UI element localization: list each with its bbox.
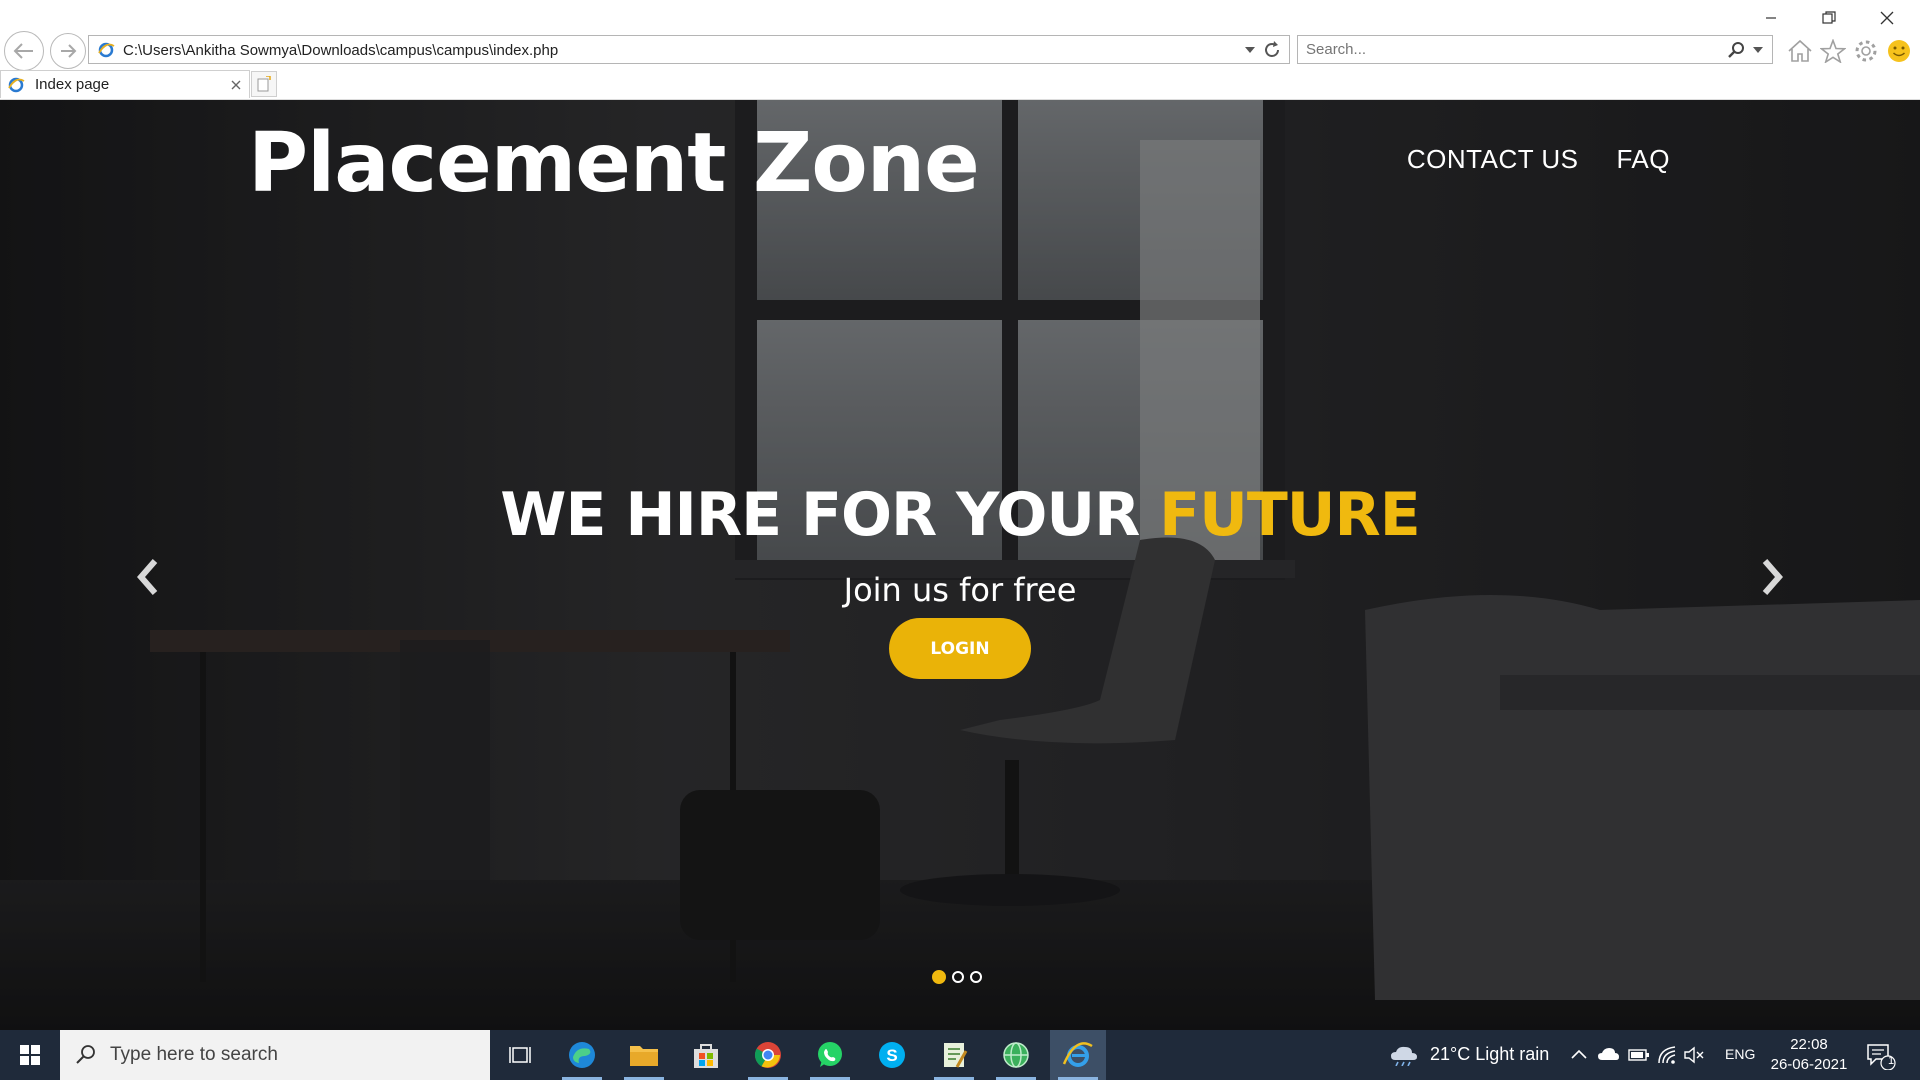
carousel-next-button[interactable]	[1752, 552, 1792, 602]
tab-index-page[interactable]: Index page	[0, 70, 250, 98]
refresh-icon[interactable]	[1263, 41, 1281, 59]
search-box[interactable]	[1297, 35, 1773, 64]
address-url: C:\Users\Ankitha Sowmya\Downloads\campus…	[123, 42, 559, 59]
forward-button[interactable]	[50, 33, 86, 69]
task-view-icon	[509, 1047, 531, 1063]
battery-icon[interactable]	[1628, 1047, 1650, 1063]
taskbar-store[interactable]	[678, 1030, 734, 1080]
windows-logo-icon	[20, 1045, 40, 1065]
restore-button[interactable]	[1806, 6, 1852, 30]
forward-arrow-icon	[61, 44, 77, 58]
weather-rain-cloud-icon[interactable]	[1390, 1044, 1418, 1066]
favorites-star-icon[interactable]	[1818, 36, 1848, 66]
hero-headline: WE HIRE FOR YOUR FUTURE	[0, 480, 1920, 550]
new-tab-button[interactable]	[251, 71, 277, 97]
back-arrow-icon	[13, 43, 33, 59]
internet-explorer-icon	[1062, 1042, 1093, 1067]
search-dropdown-icon[interactable]	[1753, 47, 1763, 53]
address-bar[interactable]: C:\Users\Ankitha Sowmya\Downloads\campus…	[88, 35, 1290, 64]
notepad-icon	[944, 1043, 968, 1068]
carousel-indicators	[932, 970, 982, 984]
wifi-icon[interactable]	[1657, 1045, 1677, 1065]
carousel-dot-1[interactable]	[932, 970, 946, 984]
task-view-button[interactable]	[492, 1030, 548, 1080]
speaker-muted-icon[interactable]	[1684, 1046, 1706, 1064]
new-tab-icon	[257, 76, 271, 92]
clock-date: 26-06-2021	[1770, 1056, 1848, 1073]
login-button[interactable]: LOGIN	[889, 618, 1031, 679]
close-window-button[interactable]	[1864, 6, 1910, 30]
search-icon	[76, 1045, 95, 1064]
carousel-dot-2[interactable]	[952, 971, 964, 983]
svg-text:S: S	[886, 1046, 897, 1065]
whatsapp-icon	[818, 1042, 842, 1067]
notification-count: 1	[1887, 1055, 1895, 1067]
clock-time: 22:08	[1790, 1036, 1828, 1053]
tab-title: Index page	[35, 76, 110, 93]
chrome-icon	[754, 1042, 781, 1068]
close-tab-icon[interactable]	[231, 80, 241, 90]
edge-icon	[569, 1042, 595, 1068]
chevron-up-icon[interactable]	[1571, 1049, 1587, 1059]
chevron-left-icon	[137, 559, 158, 595]
taskbar-search-placeholder: Type here to search	[110, 1044, 278, 1065]
browser-chrome: C:\Users\Ankitha Sowmya\Downloads\campus…	[0, 0, 1920, 100]
hero-carousel: Placement Zone CONTACT US FAQ WE HIRE FO…	[0, 100, 1920, 1030]
search-icon[interactable]	[1727, 41, 1745, 59]
skype-icon: S	[879, 1042, 905, 1068]
top-nav: CONTACT US FAQ	[1407, 144, 1670, 175]
office-background-image	[0, 100, 1920, 1030]
headline-accent: FUTURE	[1159, 480, 1421, 550]
back-button[interactable]	[4, 31, 44, 71]
taskbar-internet-explorer[interactable]	[1050, 1030, 1106, 1080]
weather-text[interactable]: 21°C Light rain	[1430, 1044, 1549, 1065]
brand-logo[interactable]: Placement Zone	[248, 116, 980, 211]
taskbar-file-explorer[interactable]	[616, 1030, 672, 1080]
taskbar-network-app[interactable]	[988, 1030, 1044, 1080]
minimize-button[interactable]	[1748, 6, 1794, 30]
input-language[interactable]: ENG	[1725, 1046, 1755, 1062]
start-button[interactable]	[0, 1030, 60, 1080]
taskbar-whatsapp[interactable]	[802, 1030, 858, 1080]
folder-icon	[630, 1046, 658, 1066]
carousel-prev-button[interactable]	[128, 552, 168, 602]
carousel-dot-3[interactable]	[970, 971, 982, 983]
onedrive-cloud-icon[interactable]	[1598, 1047, 1620, 1061]
taskbar-chrome[interactable]	[740, 1030, 796, 1080]
settings-gear-icon[interactable]	[1851, 36, 1881, 66]
search-input[interactable]	[1306, 40, 1706, 59]
taskbar-clock[interactable]: 22:08 26-06-2021	[1769, 1035, 1849, 1075]
windows-taskbar: Type here to search S 21°C Light rain EN…	[0, 1030, 1920, 1080]
taskbar-edge[interactable]	[554, 1030, 610, 1080]
hero-subheadline: Join us for free	[843, 571, 1077, 609]
globe-network-icon	[1003, 1042, 1029, 1068]
store-bag-icon	[694, 1044, 718, 1068]
taskbar-skype[interactable]: S	[864, 1030, 920, 1080]
feedback-smiley-icon[interactable]	[1884, 36, 1914, 66]
taskbar-notepad[interactable]	[926, 1030, 982, 1080]
chevron-right-icon	[1762, 559, 1783, 595]
taskbar-search-box[interactable]: Type here to search	[60, 1030, 490, 1080]
nav-faq[interactable]: FAQ	[1616, 144, 1670, 175]
headline-text: WE HIRE FOR YOUR	[500, 480, 1160, 550]
address-dropdown-icon[interactable]	[1245, 47, 1255, 53]
home-icon[interactable]	[1785, 36, 1815, 66]
nav-contact-us[interactable]: CONTACT US	[1407, 144, 1579, 175]
ie-page-icon	[98, 42, 115, 58]
ie-tab-icon	[8, 77, 25, 93]
